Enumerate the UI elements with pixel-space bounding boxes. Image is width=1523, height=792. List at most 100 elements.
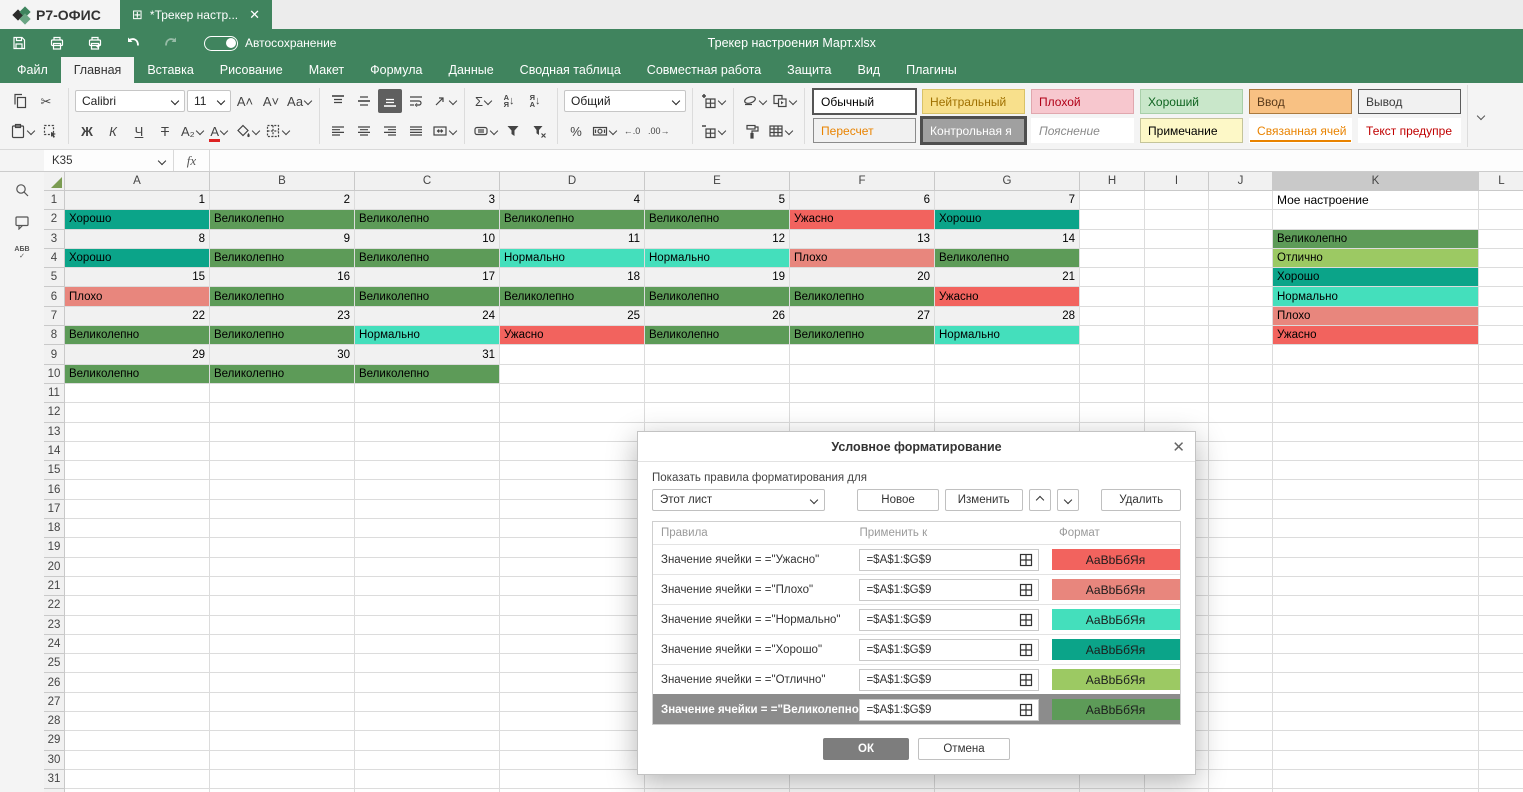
cell-A31[interactable] — [65, 770, 210, 789]
cell-C18[interactable] — [355, 519, 500, 538]
cell-C25[interactable] — [355, 654, 500, 673]
cell-K18[interactable] — [1273, 519, 1479, 538]
cell-J20[interactable] — [1209, 558, 1273, 577]
cell-F11[interactable] — [790, 384, 935, 403]
cell-I9[interactable] — [1145, 345, 1209, 364]
cell-L15[interactable] — [1479, 461, 1523, 480]
range-picker-icon[interactable] — [1018, 612, 1034, 628]
cell-J24[interactable] — [1209, 635, 1273, 654]
italic-button[interactable]: К — [101, 119, 125, 143]
cell-C2[interactable]: Великолепно — [355, 210, 500, 229]
ribbon-tab-Плагины[interactable]: Плагины — [893, 57, 970, 83]
merge-cells-button[interactable] — [430, 119, 458, 143]
cell-J28[interactable] — [1209, 712, 1273, 731]
cell-J3[interactable] — [1209, 230, 1273, 249]
cell-L21[interactable] — [1479, 577, 1523, 596]
cell-J15[interactable] — [1209, 461, 1273, 480]
cell-A29[interactable] — [65, 731, 210, 750]
range-picker-icon[interactable] — [1018, 702, 1034, 718]
select-all-corner[interactable] — [44, 172, 65, 191]
row-header-25[interactable]: 25 — [44, 654, 65, 673]
cell-K9[interactable] — [1273, 345, 1479, 364]
move-rule-down-button[interactable] — [1057, 489, 1079, 511]
cell-D29[interactable] — [500, 731, 645, 750]
cell-L20[interactable] — [1479, 558, 1523, 577]
cell-K15[interactable] — [1273, 461, 1479, 480]
cell-A8[interactable]: Великолепно — [65, 326, 210, 345]
row-header-31[interactable]: 31 — [44, 770, 65, 789]
sort-asc-button[interactable]: АЯ↓ — [497, 89, 521, 113]
column-header-F[interactable]: F — [790, 172, 935, 191]
cell-B14[interactable] — [210, 442, 355, 461]
cell-L10[interactable] — [1479, 365, 1523, 384]
cell-D30[interactable] — [500, 751, 645, 770]
cell-G4[interactable]: Великолепно — [935, 249, 1080, 268]
cell-A4[interactable]: Хорошо — [65, 249, 210, 268]
cell-K23[interactable] — [1273, 616, 1479, 635]
ribbon-tab-Данные[interactable]: Данные — [436, 57, 507, 83]
cell-style-Пояснение[interactable]: Пояснение — [1031, 118, 1134, 143]
cell-B20[interactable] — [210, 558, 355, 577]
cell-C3[interactable]: 10 — [355, 230, 500, 249]
cell-E3[interactable]: 12 — [645, 230, 790, 249]
cell-E2[interactable]: Великолепно — [645, 210, 790, 229]
cell-D1[interactable]: 4 — [500, 191, 645, 210]
cell-A19[interactable] — [65, 538, 210, 557]
rule-range-input[interactable]: =$A$1:$G$9 — [859, 579, 1039, 601]
cell-C7[interactable]: 24 — [355, 307, 500, 326]
cell-B24[interactable] — [210, 635, 355, 654]
column-header-J[interactable]: J — [1209, 172, 1273, 191]
save-button[interactable] — [0, 29, 38, 57]
cell-A15[interactable] — [65, 461, 210, 480]
cell-L23[interactable] — [1479, 616, 1523, 635]
cell-L8[interactable] — [1479, 326, 1523, 345]
cell-L27[interactable] — [1479, 693, 1523, 712]
cut-button[interactable]: ✂ — [34, 89, 58, 113]
cell-H11[interactable] — [1080, 384, 1145, 403]
cell-B4[interactable]: Великолепно — [210, 249, 355, 268]
cell-H4[interactable] — [1080, 249, 1145, 268]
cell-A25[interactable] — [65, 654, 210, 673]
cell-B9[interactable]: 30 — [210, 345, 355, 364]
cell-B23[interactable] — [210, 616, 355, 635]
cell-B28[interactable] — [210, 712, 355, 731]
row-header-7[interactable]: 7 — [44, 307, 65, 326]
cell-K19[interactable] — [1273, 538, 1479, 557]
cell-I3[interactable] — [1145, 230, 1209, 249]
cell-J30[interactable] — [1209, 751, 1273, 770]
cell-L5[interactable] — [1479, 268, 1523, 287]
cell-K10[interactable] — [1273, 365, 1479, 384]
cell-K25[interactable] — [1273, 654, 1479, 673]
range-picker-icon[interactable] — [1018, 672, 1034, 688]
decrease-decimal-button[interactable]: ←.0 — [620, 119, 644, 143]
cell-C1[interactable]: 3 — [355, 191, 500, 210]
cell-J13[interactable] — [1209, 423, 1273, 442]
subscript-button[interactable]: А₂ — [179, 119, 205, 143]
cell-B10[interactable]: Великолепно — [210, 365, 355, 384]
cell-C12[interactable] — [355, 403, 500, 422]
range-picker-icon[interactable] — [1018, 582, 1034, 598]
ribbon-tab-Вставка[interactable]: Вставка — [134, 57, 206, 83]
cell-J14[interactable] — [1209, 442, 1273, 461]
column-header-L[interactable]: L — [1479, 172, 1523, 191]
row-header-28[interactable]: 28 — [44, 712, 65, 731]
cell-A27[interactable] — [65, 693, 210, 712]
cell-C24[interactable] — [355, 635, 500, 654]
cell-B2[interactable]: Великолепно — [210, 210, 355, 229]
cell-A13[interactable] — [65, 423, 210, 442]
conditional-formatting-button[interactable] — [770, 89, 798, 113]
cell-style-Хороший[interactable]: Хороший — [1140, 89, 1243, 114]
range-picker-icon[interactable] — [1018, 642, 1034, 658]
cell-D19[interactable] — [500, 538, 645, 557]
cell-I10[interactable] — [1145, 365, 1209, 384]
ribbon-tab-Защита[interactable]: Защита — [774, 57, 844, 83]
paste-button[interactable] — [8, 119, 36, 143]
cell-A5[interactable]: 15 — [65, 268, 210, 287]
increase-decimal-button[interactable]: .00→ — [646, 119, 672, 143]
cell-C21[interactable] — [355, 577, 500, 596]
font-color-button[interactable]: А — [207, 119, 231, 143]
cell-A30[interactable] — [65, 751, 210, 770]
cell-J2[interactable] — [1209, 210, 1273, 229]
cell-L24[interactable] — [1479, 635, 1523, 654]
rule-row-3[interactable]: Значение ячейки = ="Нормально"=$A$1:$G$9… — [653, 604, 1180, 634]
